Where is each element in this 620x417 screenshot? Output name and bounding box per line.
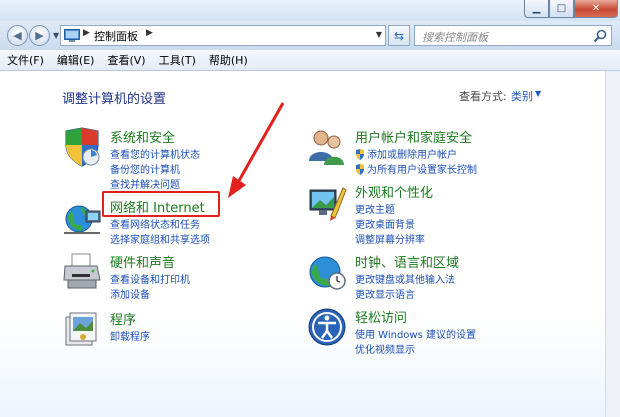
view-by-dropdown[interactable]: 类别 [511,88,533,104]
category-link[interactable]: 查看网络状态和任务 [110,216,200,231]
menu-file[interactable]: 文件(F) [0,52,50,68]
highlight-box [102,191,220,217]
category-link[interactable]: 查找并解决问题 [110,176,180,191]
content-area: 调整计算机的设置 查看方式: 类别 ▼ 系统和安全 查看您的计算机状态 备份您的… [0,71,606,417]
address-dropdown-icon[interactable]: ▼ [376,30,382,39]
recent-pages-dropdown[interactable]: ▼ [53,31,59,40]
users-icon[interactable] [307,127,347,167]
uac-shield-icon [356,164,364,175]
category-link[interactable]: 查看设备和打印机 [110,271,190,286]
category-title[interactable]: 轻松访问 [355,307,407,326]
menu-view[interactable]: 查看(V) [100,52,151,68]
search-placeholder: 搜索控制面板 [422,31,488,44]
category-link-label: 添加或删除用户帐户 [367,150,457,161]
category-title[interactable]: 时钟、语言和区域 [355,252,459,271]
category-link[interactable]: 添加设备 [110,286,150,301]
category-link[interactable]: 调整屏幕分辨率 [355,231,425,246]
page-title: 调整计算机的设置 [62,92,167,107]
back-arrow-icon: ◀ [13,29,22,42]
shield-icon[interactable] [62,127,102,167]
maximize-button[interactable]: □ [549,0,574,18]
menu-tools[interactable]: 工具(T) [152,52,202,68]
category-link[interactable]: 查看您的计算机状态 [110,146,200,161]
control-panel-icon [64,29,80,42]
category-link[interactable]: 选择家庭组和共享选项 [110,231,210,246]
uac-shield-icon [356,149,364,160]
category-link-label: 为所有用户设置家长控制 [367,165,477,176]
programs-icon[interactable] [62,309,102,349]
ease-of-access-icon[interactable] [307,307,347,347]
category-title[interactable]: 系统和安全 [110,127,175,146]
refresh-icon: ⇆ [393,28,405,43]
search-input[interactable]: 搜索控制面板 [414,25,612,46]
view-by-caret-icon[interactable]: ▼ [535,89,541,98]
refresh-button[interactable]: ⇆ [388,25,410,46]
category-title[interactable]: 用户帐户和家庭安全 [355,127,472,146]
category-link[interactable]: 更改显示语言 [355,286,415,301]
back-button[interactable]: ◀ [7,25,28,46]
caption-buttons: ▁ □ ✕ [524,0,618,18]
category-link[interactable]: 优化视频显示 [355,341,415,356]
category-title[interactable]: 程序 [110,309,136,328]
menu-edit[interactable]: 编辑(E) [50,52,101,68]
minimize-button[interactable]: ▁ [524,0,549,18]
category-link[interactable]: 为所有用户设置家长控制 [355,161,477,176]
printer-icon[interactable] [62,252,102,292]
breadcrumb-separator-icon[interactable]: ▶ [146,28,153,38]
title-bar: ▁ □ ✕ [0,0,620,21]
category-link[interactable]: 更改键盘或其他输入法 [355,271,455,286]
search-icon[interactable] [593,29,607,43]
forward-arrow-icon: ▶ [35,29,44,42]
category-link[interactable]: 卸载程序 [110,328,150,343]
category-link[interactable]: 使用 Windows 建议的设置 [355,326,476,341]
close-button[interactable]: ✕ [574,0,618,18]
menu-bar: 文件(F) 编辑(E) 查看(V) 工具(T) 帮助(H) [0,50,620,71]
address-toolbar: ◀ ▶ ▼ ▶ 控制面板 ▶ ▼ ⇆ 搜索控制面板 [0,21,620,50]
category-title[interactable]: 外观和个性化 [355,182,433,201]
category-link[interactable]: 添加或删除用户帐户 [355,146,457,161]
clock-globe-icon[interactable] [307,252,347,292]
appearance-icon[interactable] [307,182,347,222]
breadcrumb-separator-icon[interactable]: ▶ [83,28,90,38]
forward-button[interactable]: ▶ [29,25,50,46]
category-link[interactable]: 更改主题 [355,201,395,216]
network-globe-icon[interactable] [62,197,102,237]
menu-help[interactable]: 帮助(H) [202,52,254,68]
category-title[interactable]: 硬件和声音 [110,252,175,271]
control-panel-window: ▁ □ ✕ ◀ ▶ ▼ ▶ 控制面板 ▶ ▼ ⇆ 搜索控制面板 文件(F) 编辑… [0,0,620,417]
category-link[interactable]: 更改桌面背景 [355,216,415,231]
address-bar[interactable]: ▶ 控制面板 ▶ ▼ [60,25,386,46]
breadcrumb-control-panel[interactable]: 控制面板 [94,28,138,44]
category-link[interactable]: 备份您的计算机 [110,161,180,176]
view-by-label: 查看方式: [459,90,507,103]
vertical-scrollbar[interactable] [605,71,620,417]
